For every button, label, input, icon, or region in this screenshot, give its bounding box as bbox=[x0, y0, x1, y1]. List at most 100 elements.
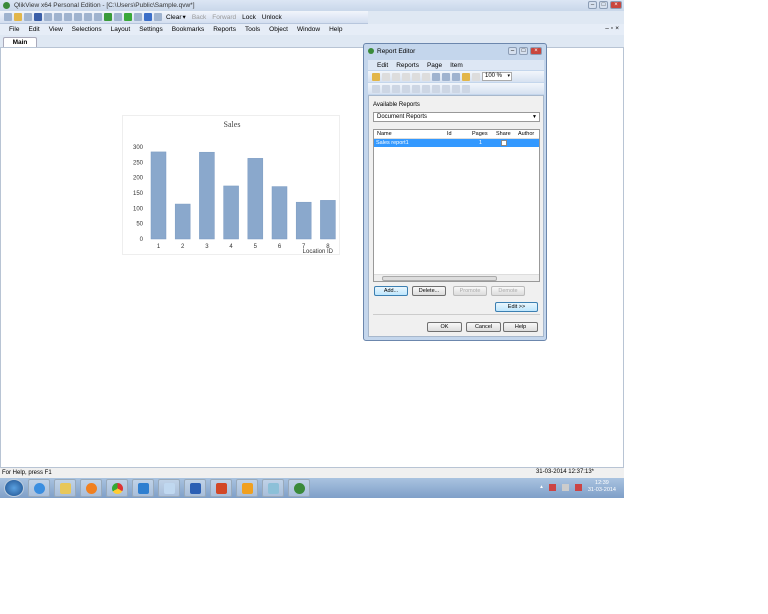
undo-icon[interactable] bbox=[74, 13, 82, 21]
menu-bookmarks[interactable]: Bookmarks bbox=[172, 26, 205, 33]
print-preview-icon[interactable] bbox=[432, 72, 440, 81]
paste-format-icon[interactable] bbox=[462, 72, 470, 81]
lock-button[interactable]: Lock bbox=[240, 14, 258, 21]
menu-reports[interactable]: Reports bbox=[213, 26, 236, 33]
taskbar-qlikview[interactable] bbox=[288, 479, 310, 497]
tray-volume-icon[interactable] bbox=[574, 483, 582, 491]
dialog-title-bar[interactable]: Report Editor – □ × bbox=[364, 44, 546, 58]
taskbar-ie[interactable] bbox=[28, 479, 50, 497]
tray-flag-icon[interactable] bbox=[548, 483, 556, 491]
bar-5[interactable] bbox=[247, 158, 264, 240]
taskbar-paint[interactable] bbox=[158, 479, 180, 497]
clear-button[interactable]: Clear ▾ bbox=[164, 13, 188, 22]
scrollbar-thumb[interactable] bbox=[382, 276, 497, 281]
add-button[interactable]: Add... bbox=[374, 286, 408, 296]
menu-window[interactable]: Window bbox=[297, 26, 320, 33]
taskbar-media-player[interactable] bbox=[80, 479, 102, 497]
menu-settings[interactable]: Settings bbox=[139, 26, 163, 33]
align-icon[interactable] bbox=[402, 84, 410, 93]
dialog-menu-item[interactable]: Item bbox=[450, 62, 463, 69]
bar-6[interactable] bbox=[271, 186, 288, 240]
close-button[interactable]: × bbox=[610, 1, 622, 9]
align-icon[interactable] bbox=[422, 84, 430, 93]
minimize-button[interactable]: – bbox=[588, 1, 597, 9]
dialog-menu-reports[interactable]: Reports bbox=[396, 62, 419, 69]
help-button[interactable]: Help bbox=[503, 322, 538, 332]
dialog-maximize-button[interactable]: □ bbox=[519, 47, 528, 55]
menu-file[interactable]: File bbox=[9, 26, 19, 33]
taskbar-outlook[interactable] bbox=[236, 479, 258, 497]
save-icon[interactable] bbox=[34, 13, 42, 21]
taskbar-chrome[interactable] bbox=[106, 479, 128, 497]
taskbar-powerpoint[interactable] bbox=[210, 479, 232, 497]
bar-4[interactable] bbox=[223, 185, 239, 240]
open-icon[interactable] bbox=[14, 13, 22, 21]
bookmark-star-icon[interactable] bbox=[124, 13, 132, 21]
forward-button[interactable]: Forward bbox=[210, 14, 238, 21]
search-icon[interactable] bbox=[94, 13, 102, 21]
col-share[interactable]: Share bbox=[496, 131, 511, 137]
move-down-icon[interactable] bbox=[422, 72, 430, 81]
taskbar-explorer[interactable] bbox=[54, 479, 76, 497]
print-icon[interactable] bbox=[442, 72, 450, 81]
dialog-close-button[interactable]: × bbox=[530, 47, 542, 55]
col-id[interactable]: Id bbox=[447, 131, 452, 137]
dialog-minimize-button[interactable]: – bbox=[508, 47, 517, 55]
back-button[interactable]: Back bbox=[190, 14, 208, 21]
context-help-icon[interactable] bbox=[154, 13, 162, 21]
new-report-icon[interactable] bbox=[372, 72, 380, 81]
promote-button[interactable]: Promote bbox=[453, 286, 487, 296]
menu-tools[interactable]: Tools bbox=[245, 26, 260, 33]
chart-wizard-icon[interactable] bbox=[114, 13, 122, 21]
copy-format-icon[interactable] bbox=[452, 72, 460, 81]
paste-icon[interactable] bbox=[392, 72, 400, 81]
align-icon[interactable] bbox=[412, 84, 420, 93]
menu-edit[interactable]: Edit bbox=[28, 26, 39, 33]
reload-icon[interactable] bbox=[24, 13, 32, 21]
reports-scope-dropdown[interactable]: Document Reports ▼ bbox=[373, 112, 540, 122]
move-up-icon[interactable] bbox=[412, 72, 420, 81]
list-item[interactable]: Sales report1 1 bbox=[374, 139, 539, 147]
col-pages[interactable]: Pages bbox=[472, 131, 488, 137]
spacing-icon[interactable] bbox=[462, 84, 470, 93]
bar-1[interactable] bbox=[150, 151, 167, 240]
copy-icon[interactable] bbox=[382, 72, 390, 81]
edit-script-icon[interactable] bbox=[54, 13, 62, 21]
tab-main[interactable]: Main bbox=[3, 37, 37, 47]
print-icon[interactable] bbox=[44, 13, 52, 21]
sales-chart[interactable]: Sales Location ID 0 50 100 150 200 250 300 1 2 3 4… bbox=[122, 115, 340, 255]
tray-network-icon[interactable] bbox=[561, 483, 569, 491]
tray-expand-icon[interactable]: ▴ bbox=[540, 484, 543, 490]
cancel-button[interactable]: Cancel bbox=[466, 322, 501, 332]
taskbar-word[interactable] bbox=[184, 479, 206, 497]
align-icon[interactable] bbox=[382, 84, 390, 93]
menu-object[interactable]: Object bbox=[269, 26, 288, 33]
taskbar-notepad[interactable] bbox=[262, 479, 284, 497]
bar-8[interactable] bbox=[320, 200, 336, 240]
new-icon[interactable] bbox=[4, 13, 12, 21]
col-name[interactable]: Name bbox=[377, 131, 392, 137]
dialog-menu-edit[interactable]: Edit bbox=[377, 62, 388, 69]
menu-view[interactable]: View bbox=[49, 26, 63, 33]
bar-2[interactable] bbox=[174, 203, 191, 240]
ok-button[interactable]: OK bbox=[427, 322, 462, 332]
share-checkbox[interactable] bbox=[501, 140, 507, 146]
bar-7[interactable] bbox=[295, 201, 312, 240]
taskbar-lync[interactable] bbox=[132, 479, 154, 497]
dialog-menu-page[interactable]: Page bbox=[427, 62, 442, 69]
col-author[interactable]: Author bbox=[518, 131, 534, 137]
horizontal-scrollbar[interactable] bbox=[374, 274, 539, 281]
demote-button[interactable]: Demote bbox=[491, 286, 525, 296]
help-icon[interactable] bbox=[144, 13, 152, 21]
reload-data-icon[interactable] bbox=[64, 13, 72, 21]
zoom-select[interactable]: 100 % ▾ bbox=[482, 72, 512, 81]
size-icon[interactable] bbox=[442, 84, 450, 93]
maximize-button[interactable]: □ bbox=[599, 1, 608, 9]
edit-button[interactable]: Edit >> bbox=[495, 302, 538, 312]
fit-icon[interactable] bbox=[472, 72, 480, 81]
properties-icon[interactable] bbox=[134, 13, 142, 21]
redo-icon[interactable] bbox=[84, 13, 92, 21]
document-window-controls[interactable]: –▫× bbox=[605, 25, 621, 32]
menu-help[interactable]: Help bbox=[329, 26, 342, 33]
menu-layout[interactable]: Layout bbox=[111, 26, 131, 33]
